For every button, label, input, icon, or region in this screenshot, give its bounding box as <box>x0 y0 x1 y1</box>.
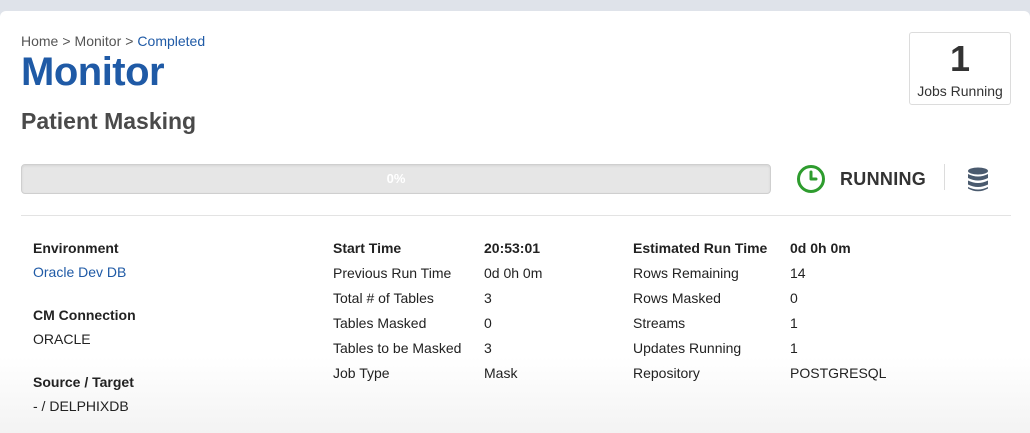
stat-value: 0 <box>484 315 492 331</box>
jobs-running-count: 1 <box>949 38 971 79</box>
stat-label: Rows Remaining <box>633 265 739 281</box>
database-icon[interactable] <box>967 167 989 193</box>
job-details-column: Environment Oracle Dev DB CM Connection … <box>33 240 303 433</box>
stat-value: 3 <box>484 340 492 356</box>
main-panel: Home > Monitor > Completed Monitor Patient M… <box>0 11 1030 433</box>
stat-label: Previous Run Time <box>333 265 452 281</box>
cm-connection-label: CM Connection <box>33 307 136 323</box>
stat-row: Tables to be Masked 3 <box>333 340 542 365</box>
source-target-value: - / DELPHIXDB <box>33 398 129 414</box>
stat-label: Estimated Run Time <box>633 240 768 256</box>
stat-row: Updates Running 1 <box>633 340 886 365</box>
stat-value: 1 <box>790 315 798 331</box>
stat-row: Estimated Run Time 0d 0h 0m <box>633 240 886 265</box>
stat-row: Previous Run Time 0d 0h 0m <box>333 265 542 290</box>
source-target-label: Source / Target <box>33 374 134 390</box>
stat-value: POSTGRESQL <box>790 365 887 381</box>
stat-row: Tables Masked 0 <box>333 315 542 340</box>
stat-value: 3 <box>484 290 492 306</box>
stat-label: Repository <box>633 365 700 381</box>
divider <box>944 164 945 190</box>
jobs-running-label: Jobs Running <box>917 83 1003 99</box>
stat-value: Mask <box>484 365 518 381</box>
breadcrumb-monitor-link[interactable]: Monitor <box>75 33 122 49</box>
job-status: RUNNING <box>796 164 926 194</box>
stat-row: Start Time 20:53:01 <box>333 240 542 265</box>
run-stats-column: Start Time 20:53:01 Previous Run Time 0d 0… <box>333 240 542 390</box>
row-stats-column: Estimated Run Time 0d 0h 0m Rows Remainin… <box>633 240 886 390</box>
stat-row: Rows Masked 0 <box>633 290 886 315</box>
stat-label: Start Time <box>333 240 402 256</box>
breadcrumb-home-link[interactable]: Home <box>21 33 58 49</box>
progress-percent: 0% <box>386 171 406 186</box>
stat-value: 20:53:01 <box>484 240 541 256</box>
section-divider <box>21 215 1011 216</box>
stat-row: Streams 1 <box>633 315 886 340</box>
job-name-heading: Patient Masking <box>21 108 197 134</box>
jobs-running-card[interactable]: 1 Jobs Running <box>909 32 1011 105</box>
breadcrumb-separator: > <box>125 33 134 49</box>
stat-row: Repository POSTGRESQL <box>633 365 886 390</box>
stat-label: Tables to be Masked <box>333 340 462 356</box>
stat-label: Rows Masked <box>633 290 721 306</box>
stat-row: Rows Remaining 14 <box>633 265 886 290</box>
progress-bar: 0% <box>21 164 771 194</box>
breadcrumb: Home > Monitor > Completed <box>21 33 205 49</box>
environment-group: Environment Oracle Dev DB <box>33 240 303 307</box>
stat-value: 14 <box>790 265 806 281</box>
cm-connection-group: CM Connection ORACLE <box>33 307 303 374</box>
stat-label: Streams <box>633 315 686 331</box>
cm-connection-value: ORACLE <box>33 331 91 347</box>
stat-label: Updates Running <box>633 340 742 356</box>
stat-value: 0d 0h 0m <box>790 240 851 256</box>
clock-icon <box>797 165 825 193</box>
stat-value: 0d 0h 0m <box>484 265 543 281</box>
status-text: RUNNING <box>840 168 927 189</box>
stat-row: Job Type Mask <box>333 365 542 390</box>
stat-label: Tables Masked <box>333 315 427 331</box>
source-target-group: Source / Target - / DELPHIXDB <box>33 374 303 433</box>
breadcrumb-completed-link[interactable]: Completed <box>137 33 205 49</box>
stat-label: Job Type <box>333 365 390 381</box>
environment-label: Environment <box>33 240 119 256</box>
stat-row: Total # of Tables 3 <box>333 290 542 315</box>
breadcrumb-separator: > <box>62 33 71 49</box>
environment-link[interactable]: Oracle Dev DB <box>33 264 303 280</box>
stat-value: 0 <box>790 290 798 306</box>
stat-value: 1 <box>790 340 798 356</box>
page-title: Monitor <box>21 50 165 94</box>
stat-label: Total # of Tables <box>333 290 434 306</box>
